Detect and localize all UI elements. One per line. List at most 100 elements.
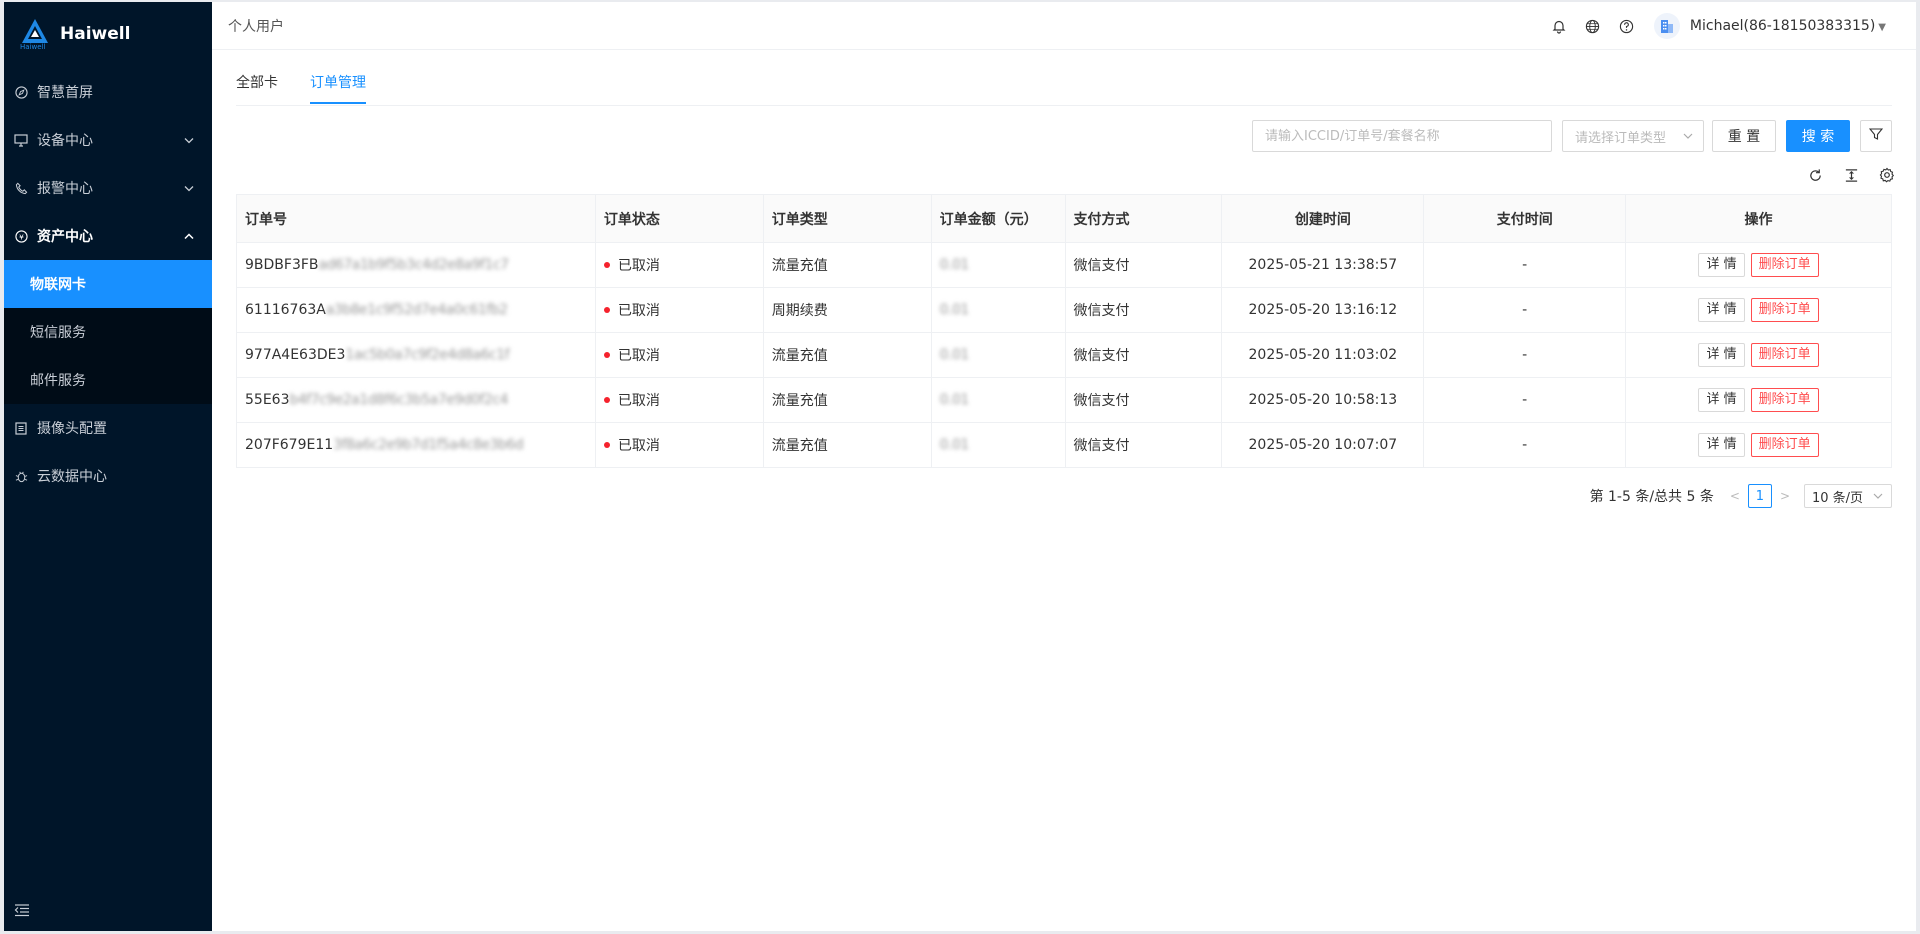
amount-masked: 0.01 [939,347,970,363]
caret-down-icon: ▼ [1878,22,1886,33]
delete-order-button[interactable]: 删除订单 [1750,343,1819,367]
actions-cell: 详 情删除订单 [1625,287,1892,333]
col-status: 订单状态 [595,194,764,243]
col-paid: 支付时间 [1423,194,1627,243]
amount-cell: 0.01 [931,242,1066,288]
order-no-masked: b4f7c9e2a1d8f6c3b5a7e9d0f2c4 [289,392,508,408]
amount-cell: 0.01 [931,287,1066,333]
pay-method-cell: 微信支付 [1065,242,1223,288]
search-button[interactable]: 搜 索 [1786,120,1850,152]
svg-text:¥: ¥ [19,232,24,241]
settings-icon[interactable] [1878,166,1896,184]
paid-cell: - [1423,422,1627,468]
sidebar-item-devices[interactable]: 设备中心 [4,116,212,164]
table-header-row: 订单号 订单状态 订单类型 订单金额（元） 支付方式 创建时间 支付时间 操作 [236,194,1892,243]
delete-order-button[interactable]: 删除订单 [1750,433,1819,457]
sidebar-item-iot-card[interactable]: 物联网卡 [4,260,212,308]
sidebar-item-alarms[interactable]: 报警中心 [4,164,212,212]
col-created: 创建时间 [1221,194,1425,243]
delete-order-button[interactable]: 删除订单 [1750,253,1819,277]
header-actions: Michael(86-18150383315) ▼ [1534,2,1886,50]
pay-method-cell: 微信支付 [1065,377,1223,423]
chevron-down-icon [184,182,194,195]
asset-icon: ¥ [14,229,28,243]
detail-button[interactable]: 详 情 [1698,388,1745,412]
order-no: 9BDBF3FB [245,257,319,273]
sidebar-item-label: 智慧首屏 [37,85,93,101]
order-no-cell: 55E63b4f7c9e2a1d8f6c3b5a7e9d0f2c4 [236,377,596,423]
created-cell: 2025-05-20 11:03:02 [1221,332,1425,378]
sidebar-item-sms[interactable]: 短信服务 [4,308,212,356]
status-cell: 已取消 [595,422,764,468]
menu-collapse-icon[interactable] [14,903,30,919]
paid-cell: - [1423,332,1627,378]
sidebar-item-label: 资产中心 [37,229,93,245]
order-no-masked: a3b8e1c9f52d7e4a0c61fb2 [325,302,508,318]
created-cell: 2025-05-21 13:38:57 [1221,242,1425,288]
actions-cell: 详 情删除订单 [1625,422,1892,468]
status-dot [603,307,610,313]
pay-method-cell: 微信支付 [1065,422,1223,468]
bug-icon [14,469,28,483]
logo-subtext: Haiwell [20,43,46,51]
sidebar-item-email[interactable]: 邮件服务 [4,356,212,404]
tab-all-cards[interactable]: 全部卡 [236,72,278,92]
amount-masked: 0.01 [939,392,970,408]
user-menu[interactable]: Michael(86-18150383315) ▼ [1690,18,1886,34]
haiwell-logo-icon: Haiwell [20,17,50,51]
monitor-icon [14,133,28,147]
order-no-cell: 207F679E113f8a6c2e9b7d1f5a4c8e3b6d [236,422,596,468]
filter-button[interactable] [1860,120,1892,152]
status-cell: 已取消 [595,242,764,288]
pay-method-cell: 微信支付 [1065,332,1223,378]
help-icon[interactable] [1618,17,1636,35]
camera-config-icon [14,421,28,435]
search-input[interactable] [1252,120,1552,152]
order-no-cell: 9BDBF3FBad67a1b9f5b3c4d2e8a9f1c7 [236,242,596,288]
detail-button[interactable]: 详 情 [1698,253,1745,277]
sidebar-item-cloud-data[interactable]: 云数据中心 [4,452,212,500]
page-button-current[interactable]: 1 [1747,484,1772,508]
next-page-icon[interactable]: > [1780,489,1790,503]
prev-page-icon[interactable]: < [1730,489,1740,503]
avatar[interactable] [1653,13,1680,39]
detail-button[interactable]: 详 情 [1698,298,1745,322]
user-name: Michael(86-18150383315) [1689,18,1876,34]
bell-icon[interactable] [1550,17,1568,35]
reset-button[interactable]: 重 置 [1712,120,1776,152]
sidebar-item-camera[interactable]: 摄像头配置 [4,404,212,452]
sidebar-item-assets[interactable]: ¥ 资产中心 [4,212,212,260]
page-size-select[interactable]: 10 条/页 [1804,484,1892,508]
tab-order-management[interactable]: 订单管理 [310,72,366,92]
chevron-down-icon [184,134,194,147]
logo[interactable]: Haiwell Haiwell [4,2,212,66]
column-height-icon[interactable] [1842,166,1860,184]
amount-masked: 0.01 [939,437,970,453]
sidebar-item-dashboard[interactable]: 智慧首屏 [4,68,212,116]
type-cell: 流量充值 [763,332,932,378]
status-text: 已取消 [617,303,660,319]
page-size-value: 10 条/页 [1812,490,1864,506]
order-no-cell: 977A4E63DE31ac5b0a7c9f2e4d8a6c1f [236,332,596,378]
detail-button[interactable]: 详 情 [1698,343,1745,367]
table-row: 977A4E63DE31ac5b0a7c9f2e4d8a6c1f 已取消 流量充… [236,332,1892,378]
created-cell: 2025-05-20 10:07:07 [1221,422,1425,468]
detail-button[interactable]: 详 情 [1698,433,1745,457]
delete-order-button[interactable]: 删除订单 [1750,388,1819,412]
order-type-placeholder: 请选择订单类型 [1575,130,1667,146]
globe-icon[interactable] [1584,17,1602,35]
status-dot [603,262,610,268]
order-no: 977A4E63DE3 [245,347,346,363]
chevron-down-icon [1873,491,1883,502]
refresh-icon[interactable] [1806,166,1824,184]
sidebar-item-label: 报警中心 [37,181,93,197]
order-type-select[interactable]: 请选择订单类型 [1562,120,1704,152]
tab-bar: 全部卡 订单管理 [236,50,1892,106]
order-no-masked: ad67a1b9f5b3c4d2e8a9f1c7 [318,257,510,273]
actions-cell: 详 情删除订单 [1625,332,1892,378]
pagination: 第 1-5 条/总共 5 条 < 1 > 10 条/页 [1590,484,1892,508]
delete-order-button[interactable]: 删除订单 [1750,298,1819,322]
paid-cell: - [1423,287,1627,333]
status-dot [603,442,610,448]
table-row: 207F679E113f8a6c2e9b7d1f5a4c8e3b6d 已取消 流… [236,422,1892,468]
